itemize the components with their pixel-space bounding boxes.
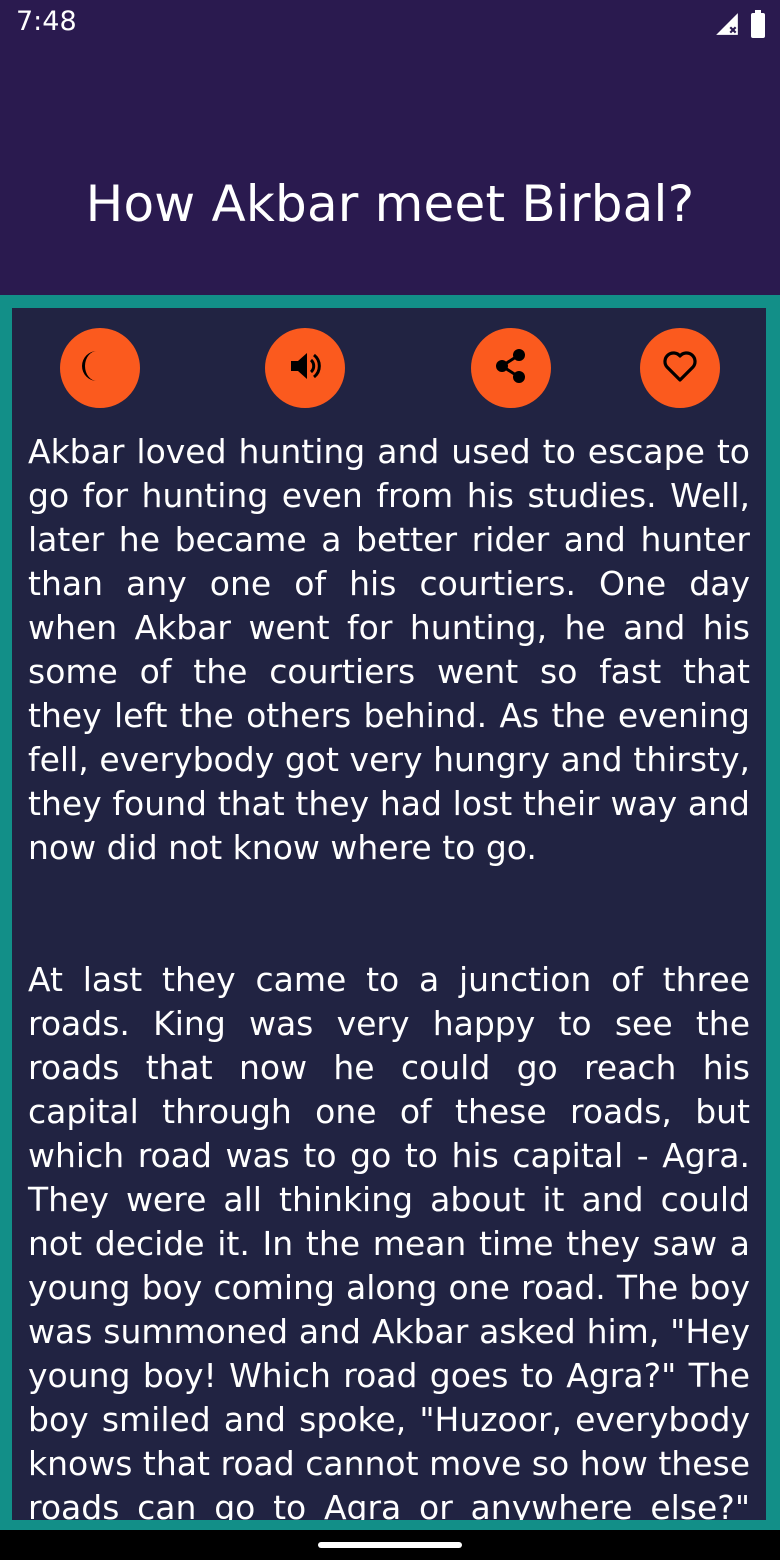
status-bar: 7:48 (0, 0, 780, 50)
favorite-button[interactable] (640, 328, 720, 408)
signal-icon (714, 11, 740, 41)
navigation-bar (0, 1530, 780, 1560)
story-paragraph: At last they came to a junction of three… (28, 960, 750, 1520)
moon-icon (80, 346, 120, 390)
story-text: Akbar loved hunting and used to escape t… (28, 430, 750, 1520)
speak-button[interactable] (265, 328, 345, 408)
status-time: 7:48 (16, 6, 77, 37)
action-bar (12, 328, 766, 408)
share-icon (491, 346, 531, 390)
speaker-icon (285, 346, 325, 390)
heart-icon (660, 346, 700, 390)
app-header (0, 50, 780, 295)
story-paragraph: Akbar loved hunting and used to escape t… (28, 432, 750, 867)
page-title: How Akbar meet Birbal? (85, 175, 695, 233)
night-mode-button[interactable] (60, 328, 140, 408)
status-icons (714, 10, 766, 42)
story-panel: Akbar loved hunting and used to escape t… (12, 308, 766, 1520)
battery-icon (750, 10, 766, 42)
share-button[interactable] (471, 328, 551, 408)
app-screen: 7:48 How Akbar meet Birbal? Akbar loved … (0, 0, 780, 1560)
home-handle[interactable] (318, 1542, 462, 1548)
